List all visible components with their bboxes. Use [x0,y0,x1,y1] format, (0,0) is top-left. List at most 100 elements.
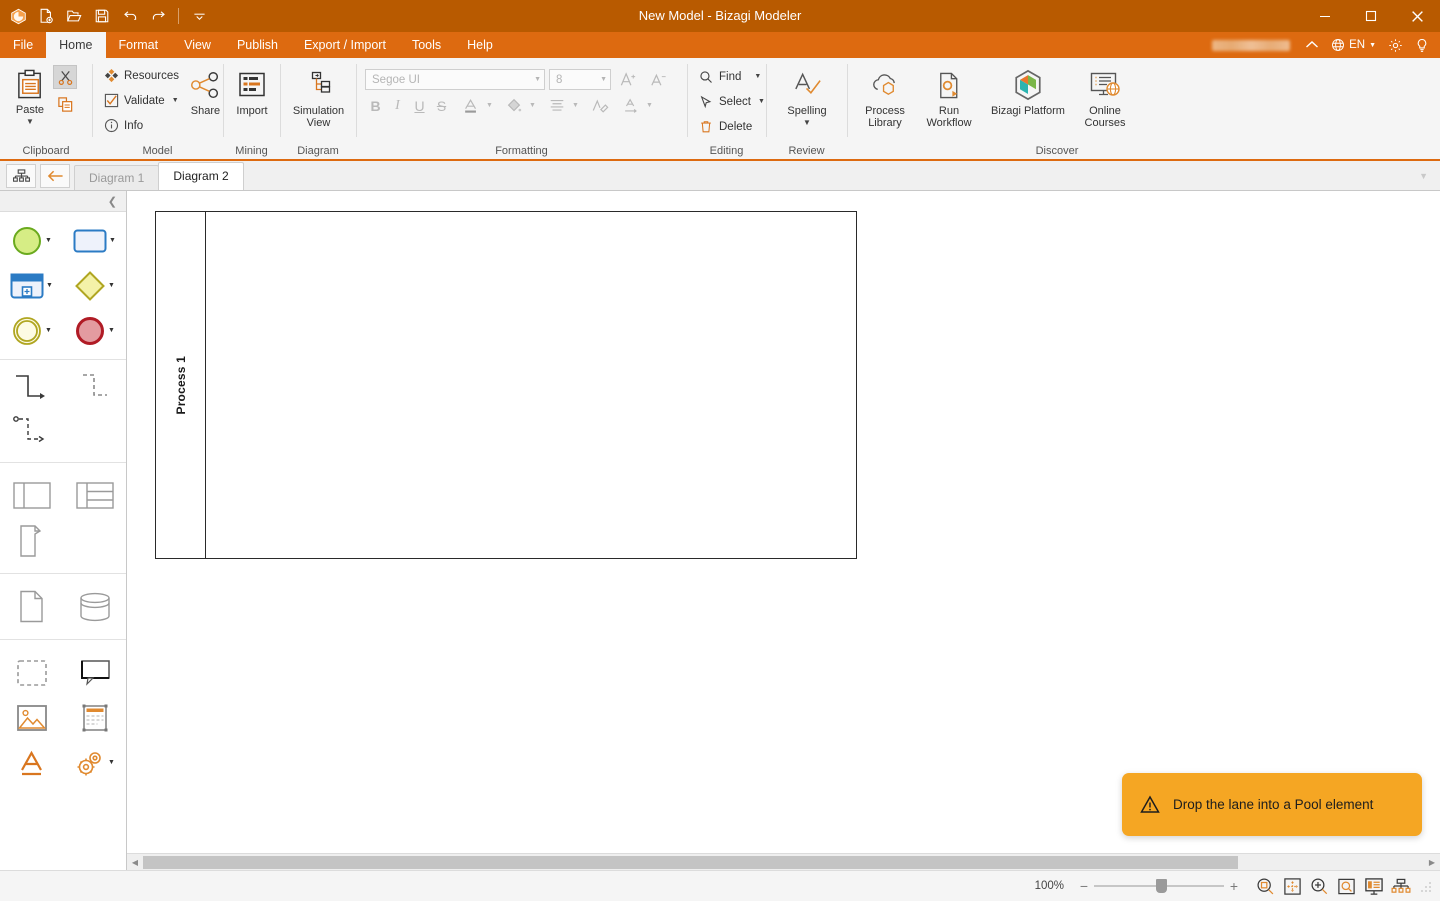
diagram-tree-icon[interactable] [6,164,36,188]
image-shape[interactable] [0,695,63,740]
close-icon[interactable] [1394,0,1440,32]
pool-element[interactable]: Process 1 [155,211,857,559]
align-dropdown-caret[interactable]: ▼ [570,95,581,116]
share-button[interactable]: Share [189,64,222,117]
bold-button[interactable]: B [365,95,386,116]
scroll-right-arrow-icon[interactable]: ▶ [1424,854,1440,871]
ribbon-tab-format[interactable]: Format [106,32,172,58]
horizontal-scrollbar[interactable]: ◀ ▶ [127,853,1440,870]
ribbon-tab-help[interactable]: Help [454,32,506,58]
back-arrow-icon[interactable] [40,164,70,188]
gear-icon[interactable] [1383,32,1408,58]
font-size-combo[interactable]: 8 ▼ [549,69,611,90]
scroll-left-arrow-icon[interactable]: ◀ [127,854,143,871]
diagram-canvas[interactable]: Process 1 Drop the lane into a Pool elem… [127,191,1440,870]
sequence-flow-connector[interactable] [0,368,63,410]
font-color-dropdown-caret[interactable]: ▼ [484,95,495,116]
notification-toast[interactable]: Drop the lane into a Pool element [1122,773,1422,836]
run-workflow-button[interactable]: Run Workflow [918,64,980,129]
online-courses-button[interactable]: Online Courses [1076,64,1134,129]
process-library-button[interactable]: Process Library [854,64,916,129]
zoom-to-selection-icon[interactable] [1252,874,1279,898]
chevron-down-icon[interactable]: ▼ [45,237,52,244]
bizagi-platform-button[interactable]: Bizagi Platform [982,64,1074,117]
zoom-slider-thumb[interactable] [1156,879,1167,893]
lane-shape[interactable] [63,473,126,518]
ribbon-tab-tools[interactable]: Tools [399,32,454,58]
ribbon-tab-publish[interactable]: Publish [224,32,291,58]
text-shape[interactable] [0,740,63,785]
customize-qat-icon[interactable] [185,2,213,30]
fill-color-button[interactable] [502,95,526,116]
cut-button[interactable] [53,65,77,89]
group-shape[interactable] [0,650,63,695]
ribbon-tab-file[interactable]: File [0,32,46,58]
presentation-view-icon[interactable] [1360,874,1387,898]
gateway-shape[interactable]: ▼ [63,263,126,308]
zoom-in-button[interactable]: + [1226,878,1242,894]
redo-icon[interactable] [144,2,172,30]
underline-button[interactable]: U [409,95,430,116]
resize-grip-icon[interactable] [1420,880,1432,892]
resources-button[interactable]: Resources [99,64,183,87]
italic-button[interactable]: I [387,95,408,116]
find-button[interactable]: Find ▼ [694,65,769,88]
grow-font-button[interactable] [615,69,641,90]
ribbon-tab-home[interactable]: Home [46,32,106,58]
chevron-down-icon[interactable]: ▼ [1419,171,1440,181]
spelling-button[interactable]: Spelling ▼ [777,64,837,127]
language-selector[interactable]: EN ▼ [1326,32,1381,58]
chevron-down-icon[interactable]: ▼ [46,282,53,289]
copy-button[interactable] [53,92,77,116]
find-dropdown-caret[interactable]: ▼ [754,73,761,80]
canvas-surface[interactable]: Process 1 [127,191,1440,870]
select-button[interactable]: Select ▼ [694,90,769,113]
paste-dropdown-caret[interactable]: ▼ [26,117,34,126]
diagram-tree-view-icon[interactable] [1387,874,1414,898]
shrink-font-button[interactable] [645,69,671,90]
zoom-region-icon[interactable] [1333,874,1360,898]
lightbulb-icon[interactable] [1410,32,1434,58]
message-flow-connector[interactable] [63,368,126,410]
ribbon-collapse-icon[interactable] [1300,32,1324,58]
validate-button[interactable]: Validate ▼ [99,89,183,112]
paste-button[interactable]: Paste ▼ [7,63,53,126]
chevron-down-icon[interactable]: ▼ [109,237,116,244]
fit-to-window-icon[interactable] [1279,874,1306,898]
association-connector[interactable] [0,410,63,452]
scrollbar-thumb[interactable] [143,855,1239,869]
zoom-in-icon[interactable] [1306,874,1333,898]
text-direction-dropdown-caret[interactable]: ▼ [644,95,655,116]
delete-button[interactable]: Delete [694,115,769,138]
chevron-down-icon[interactable]: ▼ [108,327,115,334]
annotation-shape[interactable] [63,650,126,695]
import-button[interactable]: Import [230,64,274,117]
end-event-shape[interactable]: ▼ [63,308,126,353]
milestone-shape[interactable] [0,518,63,563]
font-color-button[interactable] [459,95,483,116]
zoom-out-button[interactable]: − [1076,878,1092,894]
select-dropdown-caret[interactable]: ▼ [758,98,765,105]
zoom-slider[interactable] [1094,879,1224,893]
undo-icon[interactable] [116,2,144,30]
extensions-shape[interactable]: ▼ [63,740,126,785]
chevron-down-icon[interactable]: ▼ [45,327,52,334]
diagram-tab-1[interactable]: Diagram 1 [74,165,160,190]
data-store-shape[interactable] [63,584,126,629]
chevron-down-icon[interactable]: ▼ [108,282,115,289]
data-object-shape[interactable] [0,584,63,629]
minimize-icon[interactable] [1302,0,1348,32]
diagram-tab-2[interactable]: Diagram 2 [158,162,244,190]
font-family-combo[interactable]: Segoe UI ▼ [365,69,545,90]
task-shape[interactable]: ▼ [63,218,126,263]
align-button[interactable] [545,95,569,116]
open-folder-icon[interactable] [60,2,88,30]
ribbon-tab-export-import[interactable]: Export / Import [291,32,399,58]
lane-header[interactable]: Process 1 [156,212,206,558]
chevron-down-icon[interactable]: ▼ [108,759,115,766]
simulation-view-button[interactable]: Simulation View [287,64,350,129]
intermediate-event-shape[interactable]: ▼ [0,308,63,353]
strikethrough-button[interactable]: S [431,95,452,116]
scrollbar-track[interactable] [143,853,1424,870]
spelling-dropdown-caret[interactable]: ▼ [803,118,811,127]
